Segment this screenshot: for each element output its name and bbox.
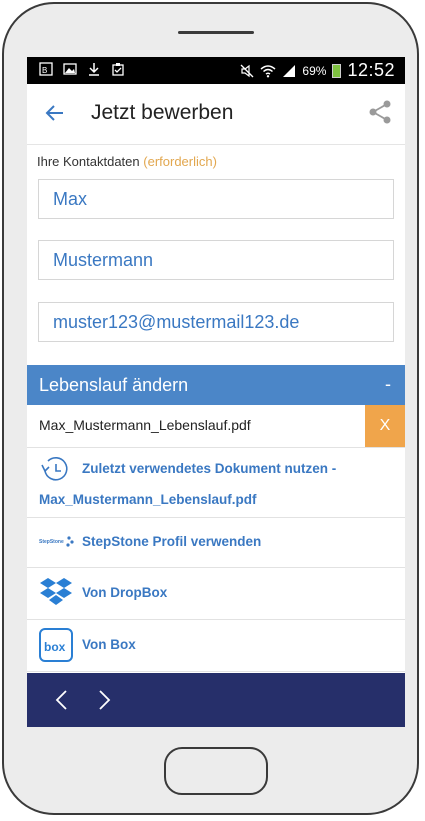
speaker-grille — [178, 31, 254, 34]
battery-icon — [332, 63, 342, 78]
phone-screen: B 69% 12:52 Jetzt bewerben Ihre Kontaktd… — [27, 57, 405, 727]
option-stepstone-profile[interactable]: StepStone StepStone Profil verwenden — [27, 517, 405, 568]
remove-file-button[interactable]: X — [365, 405, 405, 447]
cv-section-header[interactable]: Lebenslauf ändern - — [27, 365, 405, 405]
recent-document-filename: Max_Mustermann_Lebenslauf.pdf — [39, 492, 257, 507]
download-icon — [89, 63, 99, 76]
status-right: 69% 12:52 — [240, 60, 395, 81]
mute-icon — [240, 64, 254, 77]
stepstone-logo-text: StepStone — [39, 539, 64, 545]
chevron-right-icon[interactable] — [91, 687, 117, 713]
share-icon[interactable] — [367, 99, 393, 125]
dropbox-icon — [40, 578, 72, 605]
home-button[interactable] — [164, 747, 268, 795]
collapse-toggle[interactable]: - — [385, 374, 391, 395]
svg-text:B: B — [42, 66, 47, 75]
option-recent-document[interactable]: Zuletzt verwendetes Dokument nutzen - Ma… — [27, 447, 405, 518]
stepstone-label: StepStone Profil verwenden — [82, 534, 262, 549]
option-dropbox[interactable]: Von DropBox — [27, 567, 405, 620]
app-bar: Jetzt bewerben — [27, 84, 405, 145]
email-field[interactable]: muster123@mustermail123.de — [38, 302, 394, 342]
arrow-left-icon[interactable] — [43, 101, 67, 125]
clipboard-icon — [112, 63, 124, 76]
status-time: 12:52 — [347, 60, 395, 80]
cv-section-title: Lebenslauf ändern — [39, 375, 189, 395]
status-left-icons: B — [39, 62, 125, 76]
attached-file-row: Max_Mustermann_Lebenslauf.pdf X — [27, 405, 405, 448]
box-logo-text: box — [44, 640, 66, 654]
battery-percent: 69% — [302, 63, 327, 78]
wifi-icon — [260, 64, 276, 77]
first-name-field[interactable]: Max — [38, 179, 394, 219]
dropbox-label: Von DropBox — [82, 585, 168, 600]
box-logo-icon: box — [39, 628, 73, 662]
phone-frame: B 69% 12:52 Jetzt bewerben Ihre Kontaktd… — [2, 2, 419, 815]
attached-file-name: Max_Mustermann_Lebenslauf.pdf — [39, 417, 251, 433]
required-hint: (erforderlich) — [143, 154, 217, 169]
stepstone-logo-icon: StepStone — [39, 536, 74, 547]
bottom-nav-bar — [27, 673, 405, 727]
page-title: Jetzt bewerben — [91, 101, 234, 124]
signal-icon — [283, 64, 296, 77]
chevron-left-icon[interactable] — [49, 687, 75, 713]
image-icon — [63, 63, 77, 75]
box-label: Von Box — [82, 637, 136, 652]
bx-icon: B — [39, 62, 53, 76]
option-box[interactable]: box Von Box — [27, 619, 405, 672]
history-icon — [41, 457, 68, 481]
contact-label-text: Ihre Kontaktdaten — [37, 154, 140, 169]
recent-document-label: Zuletzt verwendetes Dokument nutzen - — [82, 461, 337, 476]
status-bar: B 69% 12:52 — [27, 57, 405, 84]
last-name-field[interactable]: Mustermann — [38, 240, 394, 280]
contact-section-label: Ihre Kontaktdaten (erforderlich) — [37, 154, 217, 169]
